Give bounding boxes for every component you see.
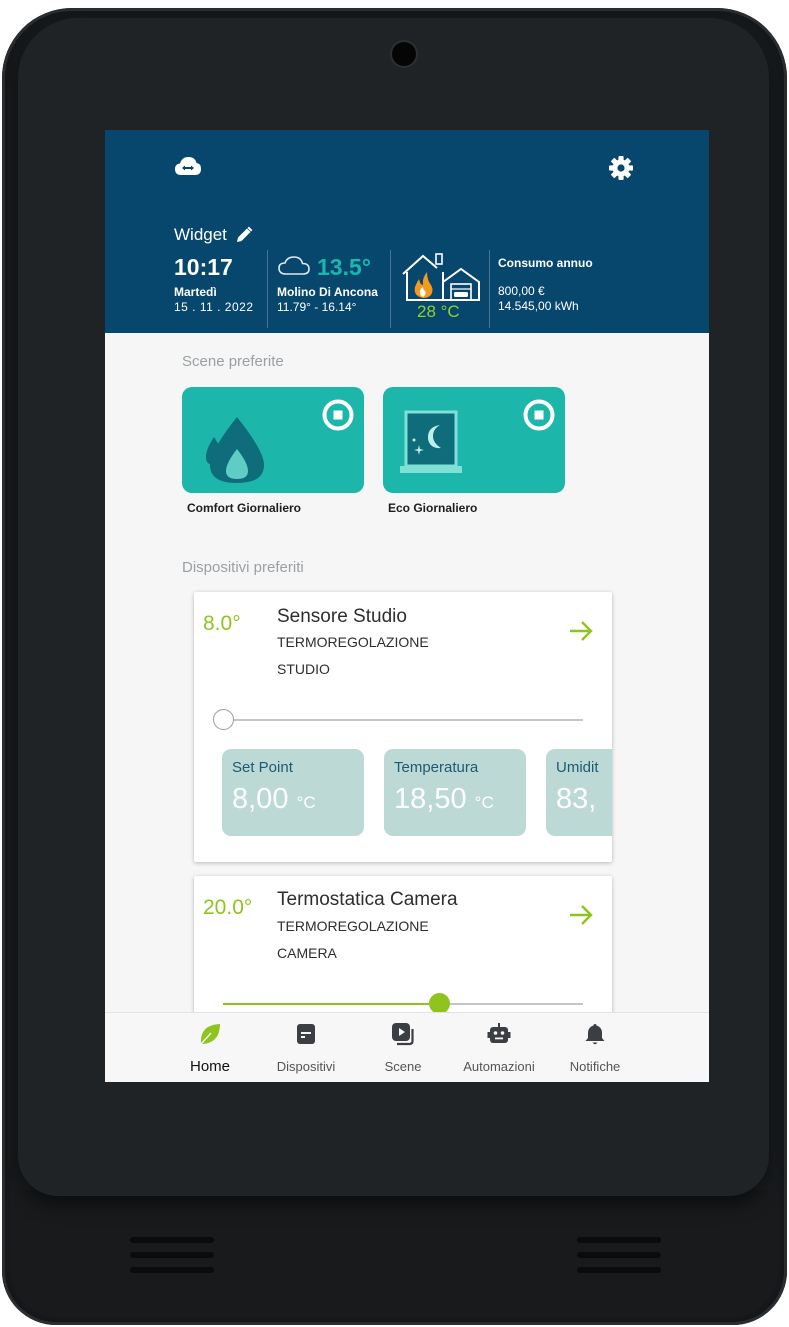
widget-divider [267, 250, 268, 328]
stop-icon[interactable] [322, 399, 354, 431]
nav-item-automazioni[interactable]: Automazioni [449, 1013, 549, 1082]
metric-card-umidita[interactable]: Umidit 83, [546, 749, 612, 836]
speaker-grille-right [577, 1237, 661, 1282]
header-panel: Widget 10:17 Martedì 15 . 11 . 2022 13.5… [105, 130, 709, 333]
tablet-base [10, 1190, 779, 1318]
gear-icon[interactable] [608, 155, 634, 181]
scene-label-eco: Eco Giornaliero [388, 501, 478, 515]
device-card-termostatica-camera[interactable]: 20.0° Termostatica Camera TERMOREGOLAZIO… [194, 876, 612, 1026]
nav-label: Scene [384, 1059, 422, 1074]
nav-item-dispositivi[interactable]: Dispositivi [256, 1013, 356, 1082]
leaf-icon [198, 1022, 222, 1046]
setpoint-slider[interactable] [213, 709, 583, 730]
device-name: Sensore Studio [277, 606, 407, 627]
pencil-icon[interactable] [235, 226, 253, 244]
device-room: CAMERA [277, 945, 337, 961]
metric-value: 8,00 °C [232, 783, 316, 815]
bell-icon [583, 1022, 607, 1046]
arrow-right-icon[interactable] [568, 904, 594, 926]
consumption-energy: 14.545,00 kWh [498, 299, 579, 313]
app-screen: Widget 10:17 Martedì 15 . 11 . 2022 13.5… [105, 130, 709, 1082]
widget-title-row: Widget [174, 223, 253, 247]
weather-location: Molino Di Ancona [277, 285, 378, 299]
device-temperature: 8.0° [203, 612, 241, 635]
widget-divider [390, 250, 391, 328]
scene-card-comfort[interactable] [182, 387, 364, 493]
current-day: Martedì [174, 285, 217, 299]
consumption-cost: 800,00 € [498, 284, 545, 298]
metric-value: 18,50 °C [394, 783, 494, 815]
nav-label: Dispositivi [276, 1059, 336, 1074]
scene-label-comfort: Comfort Giornaliero [187, 501, 302, 515]
metric-label: Umidit [556, 759, 599, 776]
slider-thumb[interactable] [429, 993, 450, 1014]
device-card-sensore-studio[interactable]: 8.0° Sensore Studio TERMOREGOLAZIONE STU… [194, 592, 612, 862]
metric-value: 83, [556, 783, 597, 815]
nav-item-scene[interactable]: Scene [353, 1013, 453, 1082]
nav-label: Home [189, 1058, 230, 1075]
scene-card-eco[interactable] [383, 387, 565, 493]
devices-section-title: Dispositivi preferiti [182, 559, 304, 576]
arrow-right-icon[interactable] [568, 620, 594, 642]
current-time: 10:17 [174, 254, 233, 280]
stop-icon[interactable] [523, 399, 555, 431]
metric-card-temperatura[interactable]: Temperatura 18,50 °C [384, 749, 526, 836]
slider-thumb[interactable] [213, 709, 234, 730]
bottom-navigation: Home Dispositivi Scene Automazioni Notif… [105, 1012, 709, 1082]
metric-label: Temperatura [394, 759, 479, 776]
device-panel-icon [294, 1022, 318, 1046]
consumption-widget: Consumo annuo 800,00 € 14.545,00 kWh [498, 256, 593, 313]
metric-card-setpoint[interactable]: Set Point 8,00 °C [222, 749, 364, 836]
device-name: Termostatica Camera [277, 889, 458, 910]
weather-widget: 13.5° Molino Di Ancona 11.79° - 16.14° [277, 253, 378, 315]
weather-temperature: 13.5° [317, 253, 371, 280]
setpoint-slider[interactable] [223, 993, 583, 1014]
cloud-icon [277, 254, 311, 281]
cloud-sync-icon[interactable] [174, 155, 202, 179]
widget-divider [489, 250, 490, 328]
clock-widget: 10:17 Martedì 15 . 11 . 2022 [174, 254, 254, 314]
robot-icon [487, 1022, 511, 1046]
metric-label: Set Point [232, 759, 293, 776]
nav-item-home[interactable]: Home [160, 1013, 260, 1082]
nav-label: Notifiche [569, 1059, 621, 1074]
device-room: STUDIO [277, 661, 330, 677]
scene-play-icon [391, 1022, 415, 1046]
house-temperature: 28 °C [417, 302, 460, 321]
current-date: 15 . 11 . 2022 [174, 300, 254, 314]
heating-widget[interactable]: 28 °C [399, 252, 483, 322]
nav-item-notifiche[interactable]: Notifiche [545, 1013, 645, 1082]
scenes-section-title: Scene preferite [182, 353, 284, 370]
consumption-title: Consumo annuo [498, 256, 593, 270]
speaker-grille-left [130, 1237, 214, 1282]
weather-range: 11.79° - 16.14° [277, 300, 357, 314]
device-temperature: 20.0° [203, 896, 253, 919]
front-camera [392, 42, 416, 66]
tablet-device: Widget 10:17 Martedì 15 . 11 . 2022 13.5… [0, 0, 789, 1327]
widget-title: Widget [174, 225, 227, 244]
nav-label: Automazioni [463, 1059, 535, 1074]
slider-fill [223, 1003, 439, 1005]
